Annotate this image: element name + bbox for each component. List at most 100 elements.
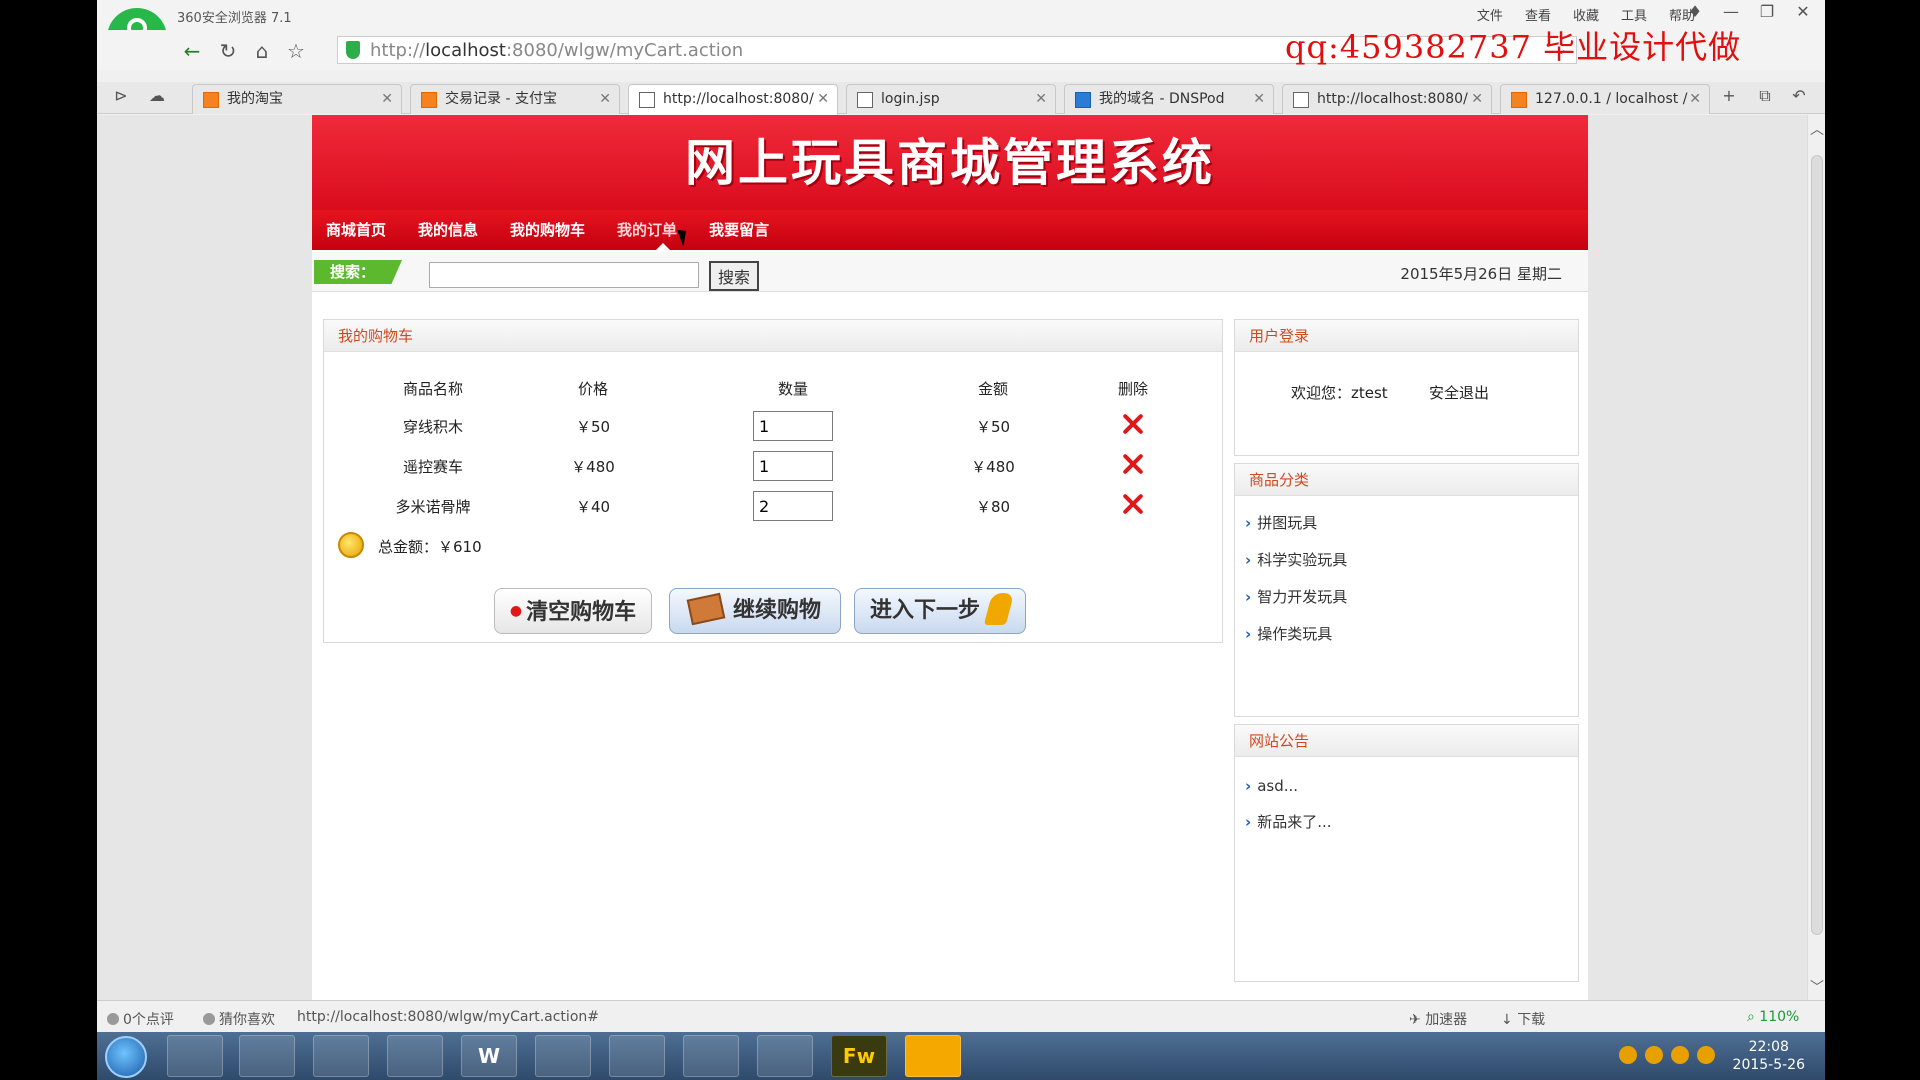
windows-taskbar: W Fw 22:08 2015-5-26 xyxy=(97,1032,1825,1080)
cloud-icon[interactable]: ☁ xyxy=(145,86,169,105)
search-app-icon[interactable] xyxy=(239,1035,295,1077)
tab-phpmyadmin[interactable]: 127.0.0.1 / localhost / ✕ xyxy=(1500,84,1710,114)
tool-app-icon[interactable] xyxy=(683,1035,739,1077)
taobao-icon xyxy=(203,92,219,108)
tab-close-icon[interactable]: ✕ xyxy=(1035,85,1047,113)
vertical-scrollbar[interactable]: ︿ ﹀ xyxy=(1807,115,1825,1000)
box-icon xyxy=(686,592,726,626)
nav-my-info[interactable]: 我的信息 xyxy=(418,210,478,250)
clock[interactable]: 22:08 2015-5-26 xyxy=(1733,1038,1805,1074)
category-title: 商品分类 xyxy=(1235,464,1578,496)
tab-close-icon[interactable]: ✕ xyxy=(1253,85,1265,113)
tab-dnspod[interactable]: 我的域名 - DNSPod ✕ xyxy=(1064,84,1274,114)
item-amount: ￥80 xyxy=(975,497,1011,516)
search-button[interactable]: 搜索 xyxy=(709,261,759,291)
audio-app-icon[interactable] xyxy=(905,1035,961,1077)
nav-leave-message[interactable]: 我要留言 xyxy=(709,210,769,250)
browser-app-icon[interactable] xyxy=(313,1035,369,1077)
category-item[interactable]: 拼图玩具 xyxy=(1245,512,1317,533)
back-icon[interactable]: ← xyxy=(179,38,205,64)
tab-list-icon[interactable]: ⧉ xyxy=(1753,86,1777,106)
guess-status[interactable]: 猜你喜欢 xyxy=(203,1009,275,1029)
search-bar: 搜索： 搜索 2015年5月26日 星期二 xyxy=(312,252,1588,292)
tab-close-icon[interactable]: ✕ xyxy=(1471,85,1483,113)
next-step-button[interactable]: 进入下一步 xyxy=(854,588,1026,634)
table-row: 穿线积木 ￥50 ￥50 xyxy=(338,406,1208,446)
tray-qq-icon[interactable] xyxy=(1671,1046,1689,1064)
home-icon[interactable]: ⌂ xyxy=(249,38,275,64)
notes-app-icon[interactable] xyxy=(757,1035,813,1077)
tab-login-jsp[interactable]: login.jsp ✕ xyxy=(846,84,1056,114)
scroll-down-icon[interactable]: ﹀ xyxy=(1810,977,1824,997)
category-item[interactable]: 科学实验玩具 xyxy=(1245,549,1347,570)
cart-total: 总金额：￥610 xyxy=(338,532,482,558)
start-button[interactable] xyxy=(105,1036,147,1078)
delete-icon[interactable] xyxy=(1122,413,1144,435)
delete-icon[interactable] xyxy=(1122,453,1144,475)
login-panel: 用户登录 欢迎您：ztest 安全退出 xyxy=(1234,319,1579,456)
restore-icon[interactable]: ❐ xyxy=(1757,2,1777,21)
notice-item[interactable]: asd... xyxy=(1245,777,1298,795)
minimize-icon[interactable]: — xyxy=(1721,2,1741,21)
status-link: http://localhost:8080/wlgw/myCart.action… xyxy=(297,1009,599,1025)
star-icon[interactable]: ☆ xyxy=(283,38,309,64)
sidebar-toggle-icon[interactable]: ⊳ xyxy=(109,86,133,105)
scroll-up-icon[interactable]: ︿ xyxy=(1810,119,1824,139)
welcome-text: 欢迎您：ztest xyxy=(1291,384,1388,402)
logout-link[interactable]: 安全退出 xyxy=(1429,382,1489,403)
browser-window: 360安全浏览器 7.1 文件 查看 收藏 工具 帮助 ♦ — ❐ ✕ ← ↻ … xyxy=(97,0,1825,1080)
tab-close-icon[interactable]: ✕ xyxy=(381,85,393,113)
tab-close-icon[interactable]: ✕ xyxy=(1689,85,1701,113)
tab-alipay[interactable]: 交易记录 - 支付宝 ✕ xyxy=(410,84,620,114)
col-price: 价格 xyxy=(577,379,608,398)
nav-my-cart[interactable]: 我的购物车 xyxy=(510,210,585,250)
tray-qq-icon[interactable] xyxy=(1645,1046,1663,1064)
quantity-input[interactable] xyxy=(753,411,833,441)
refresh-icon[interactable]: ↻ xyxy=(215,38,241,64)
download-status[interactable]: ↓ 下载 xyxy=(1501,1009,1545,1029)
category-panel: 商品分类 拼图玩具 科学实验玩具 智力开发玩具 操作类玩具 xyxy=(1234,463,1579,717)
tab-localhost-2[interactable]: http://localhost:8080/✕ xyxy=(1282,84,1492,114)
explorer-icon[interactable] xyxy=(167,1035,223,1077)
search-input[interactable] xyxy=(429,262,699,288)
comments-status[interactable]: 0个点评 xyxy=(107,1009,174,1029)
eclipse-app-icon[interactable] xyxy=(387,1035,443,1077)
qq-app-icon[interactable] xyxy=(535,1035,591,1077)
category-item[interactable]: 智力开发玩具 xyxy=(1245,586,1347,607)
tray-qq-icon[interactable] xyxy=(1619,1046,1637,1064)
tab-close-icon[interactable]: ✕ xyxy=(599,85,611,113)
quantity-input[interactable] xyxy=(753,451,833,481)
fireworks-app-icon[interactable]: Fw xyxy=(831,1035,887,1077)
tab-localhost-active[interactable]: http://localhost:8080/✕ xyxy=(628,84,838,115)
category-item[interactable]: 操作类玩具 xyxy=(1245,623,1332,644)
col-amount: 金额 xyxy=(977,379,1008,398)
accelerator-status[interactable]: ✈ 加速器 xyxy=(1409,1009,1467,1029)
scroll-thumb[interactable] xyxy=(1811,155,1823,935)
tab-close-icon[interactable]: ✕ xyxy=(817,85,829,113)
tab-taobao[interactable]: 我的淘宝 ✕ xyxy=(192,84,402,114)
login-title: 用户登录 xyxy=(1235,320,1578,352)
cart-table: 商品名称 价格 数量 金额 删除 穿线积木 ￥50 ￥50 xyxy=(338,370,1208,526)
page-icon xyxy=(639,92,655,108)
search-label: 搜索： xyxy=(314,260,402,284)
word-app-icon[interactable]: W xyxy=(461,1035,517,1077)
undo-close-icon[interactable]: ↶ xyxy=(1787,86,1811,105)
close-icon[interactable]: ✕ xyxy=(1793,2,1813,21)
clock-date: 2015-5-26 xyxy=(1732,1057,1805,1073)
nav-home[interactable]: 商城首页 xyxy=(326,210,386,250)
shirt-icon[interactable]: ♦ xyxy=(1685,2,1705,21)
notice-item[interactable]: 新品来了... xyxy=(1245,811,1331,832)
eraser-app-icon[interactable] xyxy=(609,1035,665,1077)
tray-qq-icon[interactable] xyxy=(1697,1046,1715,1064)
item-price: ￥40 xyxy=(575,497,611,516)
quantity-input[interactable] xyxy=(753,491,833,521)
delete-icon[interactable] xyxy=(1122,493,1144,515)
clear-cart-button[interactable]: ● 清空购物车 xyxy=(494,588,652,634)
cart-panel: 我的购物车 商品名称 价格 数量 金额 删除 穿线积木 ￥50 1 ￥50 遥控… xyxy=(323,319,1223,643)
new-tab-icon[interactable]: + xyxy=(1717,86,1741,105)
zoom-level[interactable]: ⌕ 110% xyxy=(1747,1009,1799,1025)
address-url[interactable]: http://localhost:8080/wlgw/myCart.action xyxy=(370,40,743,61)
page-viewport: 网上玩具商城管理系统 商城首页 我的信息 我的购物车 我的订单 我要留言 搜索：… xyxy=(97,115,1807,1000)
comment-icon xyxy=(107,1013,119,1025)
continue-shopping-button[interactable]: 继续购物 xyxy=(669,588,841,634)
